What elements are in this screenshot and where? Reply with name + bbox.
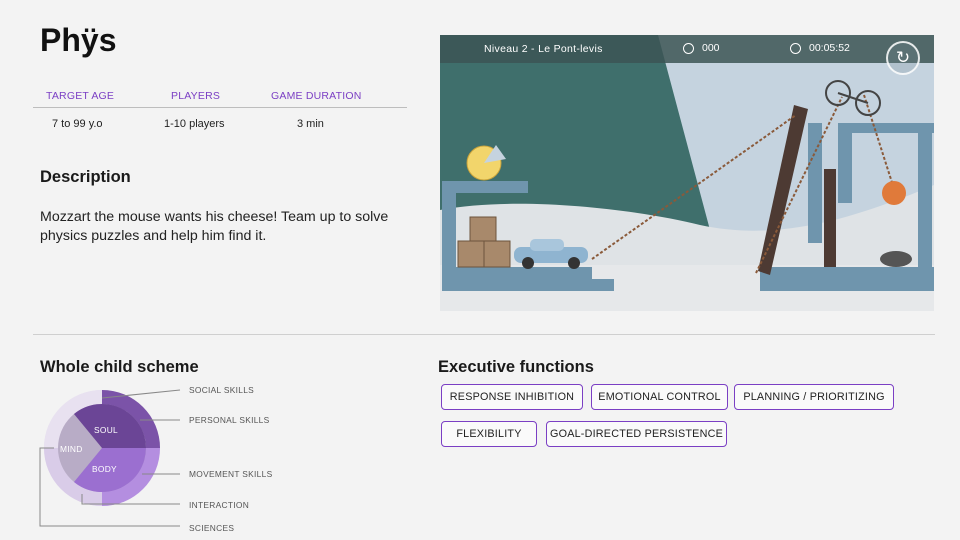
- brick-wall-left: [442, 181, 456, 281]
- tag-emotional-control: EMOTIONAL CONTROL: [591, 384, 728, 410]
- ball-icon: [683, 42, 694, 54]
- game-scene: [440, 35, 934, 311]
- brick-pillar-2: [838, 123, 852, 203]
- sciences-label: SCIENCES: [189, 523, 235, 533]
- interaction-label: INTERACTION: [189, 500, 250, 510]
- timer-value: 00:05:52: [809, 42, 850, 54]
- score-value: 000: [702, 42, 720, 54]
- mouse: [880, 251, 912, 267]
- brick-ledge-bottom: [442, 267, 592, 291]
- header-game-duration: GAME DURATION: [271, 90, 362, 102]
- tag-goal-directed-persistence: GOAL-DIRECTED PERSISTENCE: [546, 421, 727, 447]
- timer-display: 00:05:52: [790, 42, 850, 54]
- tag-response-inhibition: RESPONSE INHIBITION: [441, 384, 583, 410]
- car-roof: [530, 239, 564, 251]
- crate: [469, 216, 497, 242]
- game-hud-bar: Niveau 2 - Le Pont-levis 000 00:05:52: [440, 35, 934, 63]
- header-players: PLAYERS: [171, 90, 221, 102]
- section-divider: [33, 334, 935, 335]
- description-text: Mozzart the mouse wants his cheese! Team…: [40, 209, 389, 244]
- stopwatch-icon: [790, 42, 801, 54]
- soul-label: SOUL: [94, 425, 119, 435]
- whole-child-diagram: [39, 389, 181, 527]
- game-info-table: TARGET AGE PLAYERS GAME DURATION 7 to 99…: [33, 90, 407, 130]
- tag-flexibility: FLEXIBILITY: [441, 421, 537, 447]
- description-heading: Description: [40, 168, 131, 186]
- wooden-post: [824, 169, 836, 267]
- whole-child-chart: SOUL MIND BODY SOCIAL SKILLS PERSONAL SK…: [30, 378, 290, 540]
- mind-label: MIND: [60, 444, 83, 454]
- score-display: 000: [683, 42, 720, 54]
- executive-functions-heading: Executive functions: [438, 358, 594, 376]
- brick-floor-right: [760, 267, 934, 291]
- personal-skills-label: PERSONAL SKILLS: [189, 415, 270, 425]
- value-players: 1-10 players: [164, 118, 225, 130]
- value-target-age: 7 to 99 y.o: [52, 118, 103, 130]
- movement-skills-label: MOVEMENT SKILLS: [189, 469, 273, 479]
- whole-child-heading: Whole child scheme: [40, 358, 199, 376]
- crate: [457, 240, 485, 268]
- brick-step: [570, 279, 614, 291]
- value-game-duration: 3 min: [297, 118, 324, 130]
- car-wheel: [522, 257, 534, 269]
- page-title: Phÿs: [40, 22, 117, 58]
- restart-icon[interactable]: ↻: [886, 41, 920, 75]
- info-header-row: TARGET AGE PLAYERS GAME DURATION: [33, 90, 407, 108]
- game-screenshot: Niveau 2 - Le Pont-levis 000 00:05:52 ↻: [440, 35, 934, 311]
- ball: [882, 181, 906, 205]
- crate: [483, 240, 511, 268]
- car-wheel: [568, 257, 580, 269]
- tag-planning-prioritizing: PLANNING / PRIORITIZING: [734, 384, 894, 410]
- body-label: BODY: [92, 464, 117, 474]
- level-name: Niveau 2 - Le Pont-levis: [484, 43, 603, 55]
- brick-pillar-3: [918, 123, 932, 273]
- info-value-row: 7 to 99 y.o 1-10 players 3 min: [33, 118, 407, 130]
- header-target-age: TARGET AGE: [46, 90, 115, 102]
- social-skills-label: SOCIAL SKILLS: [189, 385, 255, 395]
